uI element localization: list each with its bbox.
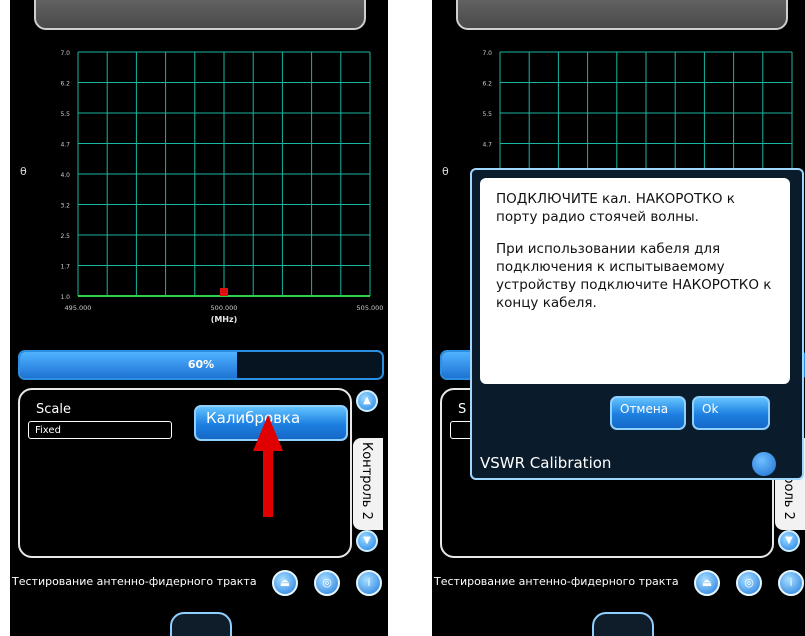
refresh-icon[interactable]: ◎ — [736, 570, 762, 596]
top-bar[interactable] — [456, 0, 788, 30]
scale-label: S — [458, 402, 467, 417]
progress-label: 60% — [187, 358, 215, 371]
scroll-up-button[interactable]: ▲ — [356, 390, 378, 412]
control-panel: Scale Fixed Калибровка — [18, 388, 352, 558]
calibration-progress-bar: 60% — [18, 350, 384, 380]
bottom-tab-handle[interactable] — [592, 612, 654, 636]
dialog-message: ПОДКЛЮЧИТЕ кал. НАКОРОТКО к порту радио … — [480, 178, 790, 384]
y-tick-label: 2.5 — [60, 233, 70, 240]
y-tick-label: 5.5 — [60, 111, 70, 118]
screen-title: Тестирование антенно-фидерного тракта — [12, 575, 257, 588]
y-tick-label: 4.7 — [60, 142, 70, 149]
info-icon[interactable]: i — [778, 570, 804, 596]
y-tick-label: 7.0 — [60, 50, 70, 57]
dialog-title: VSWR Calibration — [480, 454, 612, 472]
x-tick-label: 500.000 — [211, 304, 238, 312]
y-tick-label: 4.0 — [60, 172, 70, 179]
red-arrow-annotation — [253, 415, 283, 517]
scroll-down-button[interactable]: ▼ — [356, 530, 378, 552]
ok-button[interactable]: Ok — [692, 396, 770, 430]
dialog-message-cable: При использовании кабеля для подключения… — [496, 241, 772, 311]
y-tick-label: 7.0 — [482, 50, 492, 57]
home-icon[interactable]: ⏏ — [272, 570, 298, 596]
scale-label: Scale — [36, 402, 71, 417]
y-tick-label: 1.0 — [60, 294, 70, 301]
x-axis-label: (MHz) — [211, 315, 238, 324]
scale-field[interactable]: Fixed — [28, 421, 172, 439]
refresh-icon[interactable]: ◎ — [314, 570, 340, 596]
x-tick-label: 505.000 — [357, 304, 384, 312]
tab-control-2[interactable]: Контроль 2 — [353, 438, 383, 530]
y-tick-label: 3.2 — [60, 203, 70, 210]
screen-title: Тестирование антенно-фидерного тракта — [434, 575, 679, 588]
y-tick-label: 6.2 — [482, 81, 492, 88]
x-tick-label: 495.000 — [65, 304, 92, 312]
home-icon[interactable]: ⏏ — [694, 570, 720, 596]
info-icon[interactable]: i — [356, 570, 382, 596]
y-tick-label: 6.2 — [60, 81, 70, 88]
status-indicator — [752, 452, 776, 476]
y-tick-label: 5.5 — [482, 111, 492, 118]
bottom-tab-handle[interactable] — [170, 612, 232, 636]
right-screen: θ 7.06.25.54.7 S ▲ Контроль 2 ▼ Тестиров… — [432, 0, 805, 636]
marker — [220, 288, 228, 296]
vswr-chart: 7.0 6.2 5.5 4.7 4.0 3.2 2.5 1.7 1.0 495.000 500.00… — [60, 50, 384, 324]
vswr-calibration-dialog: ПОДКЛЮЧИТЕ кал. НАКОРОТКО к порту радио … — [470, 168, 804, 480]
y-tick-label: 1.7 — [60, 264, 70, 271]
left-screen: θ 7.0 6.2 5.5 4.7 4.0 3.2 2.5 1.7 1.0 495.000 500.… — [10, 0, 388, 636]
top-bar[interactable] — [34, 0, 366, 30]
scroll-down-button[interactable]: ▼ — [778, 530, 800, 552]
tab-control-2-label: Контроль 2 — [359, 442, 374, 520]
cancel-button[interactable]: Отмена — [610, 396, 686, 430]
y-tick-label: 4.7 — [482, 142, 492, 149]
dialog-message-connect: ПОДКЛЮЧИТЕ кал. НАКОРОТКО к порту радио … — [496, 191, 735, 225]
